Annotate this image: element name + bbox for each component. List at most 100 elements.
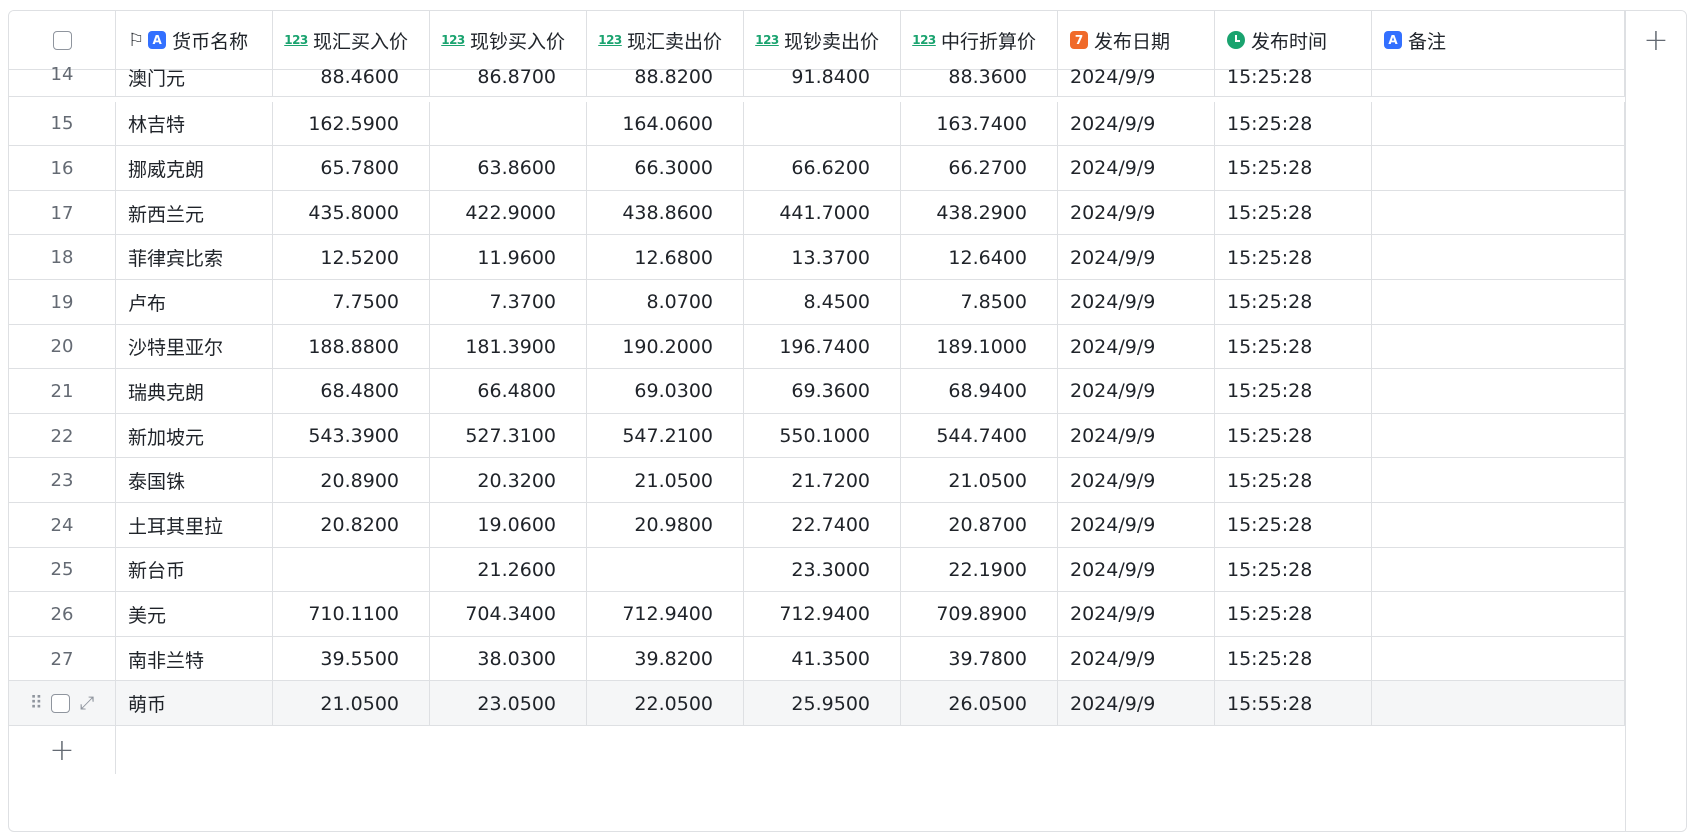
table-cell[interactable]: 15:25:28: [1215, 57, 1372, 97]
table-cell[interactable]: 550.1000: [744, 413, 901, 459]
table-cell[interactable]: 25.9500: [744, 681, 901, 726]
table-cell[interactable]: 2024/9/9: [1058, 413, 1215, 459]
table-cell[interactable]: 萌币: [116, 681, 273, 726]
table-cell[interactable]: 20.8700: [901, 503, 1058, 548]
table-cell[interactable]: 69.0300: [587, 369, 744, 414]
table-row[interactable]: 18 菲律宾比索 12.5200 11.9600 12.6800 13.3700 12.64…: [9, 235, 1625, 280]
table-cell[interactable]: 88.8200: [587, 57, 744, 97]
table-cell[interactable]: 2024/9/9: [1058, 681, 1215, 726]
table-cell[interactable]: [744, 101, 901, 147]
table-cell[interactable]: 2024/9/9: [1058, 547, 1215, 593]
table-row[interactable]: 20 沙特里亚尔 188.8800 181.3900 190.2000 196.7400 1…: [9, 324, 1625, 370]
table-cell[interactable]: 41.3500: [744, 636, 901, 682]
table-cell[interactable]: 23.0500: [430, 681, 587, 726]
table-cell[interactable]: 2024/9/9: [1058, 101, 1215, 147]
table-cell[interactable]: 704.3400: [430, 592, 587, 637]
select-all-checkbox[interactable]: [52, 30, 72, 50]
table-cell[interactable]: 22.7400: [744, 503, 901, 548]
table-cell[interactable]: 挪威克朗: [116, 146, 273, 191]
table-cell[interactable]: 8.4500: [744, 280, 901, 325]
table-cell[interactable]: 15:25:28: [1215, 503, 1372, 548]
table-row[interactable]: 19 卢布 7.7500 7.3700 8.0700 8.4500 7.8500 2024/9…: [9, 280, 1625, 325]
table-cell[interactable]: 13.3700: [744, 235, 901, 280]
table-cell[interactable]: 8.0700: [587, 280, 744, 325]
table-cell[interactable]: 南非兰特: [116, 636, 273, 682]
table-cell[interactable]: 15:25:28: [1215, 413, 1372, 459]
table-cell[interactable]: 66.2700: [901, 146, 1058, 191]
table-cell[interactable]: 527.3100: [430, 413, 587, 459]
table-cell[interactable]: 2024/9/9: [1058, 369, 1215, 414]
table-row[interactable]: 26 美元 710.1100 704.3400 712.9400 712.9400 709.…: [9, 592, 1625, 637]
table-cell[interactable]: 15:25:28: [1215, 592, 1372, 637]
table-cell[interactable]: 66.3000: [587, 146, 744, 191]
table-cell[interactable]: 澳门元: [116, 57, 273, 97]
table-cell[interactable]: 12.6800: [587, 235, 744, 280]
table-cell[interactable]: [1372, 190, 1625, 236]
table-cell[interactable]: 21.0500: [587, 458, 744, 503]
table-cell[interactable]: 新加坡元: [116, 413, 273, 459]
add-row-button[interactable]: +: [9, 726, 116, 774]
table-cell[interactable]: [1372, 458, 1625, 503]
table-cell[interactable]: 181.3900: [430, 324, 587, 370]
table-cell[interactable]: 新西兰元: [116, 190, 273, 236]
table-cell[interactable]: [1372, 369, 1625, 414]
table-row[interactable]: 14 澳门元 88.4600 86.8700 88.8200 91.8400 88.3600…: [9, 57, 1625, 97]
table-cell[interactable]: [1372, 503, 1625, 548]
table-cell[interactable]: 91.8400: [744, 57, 901, 97]
table-cell[interactable]: 196.7400: [744, 324, 901, 370]
table-cell[interactable]: 66.6200: [744, 146, 901, 191]
table-cell[interactable]: 11.9600: [430, 235, 587, 280]
table-cell[interactable]: 15:25:28: [1215, 369, 1372, 414]
table-row[interactable]: 24 土耳其里拉 20.8200 19.0600 20.9800 22.7400 20.87…: [9, 503, 1625, 548]
table-cell[interactable]: 菲律宾比索: [116, 235, 273, 280]
table-cell[interactable]: [1372, 101, 1625, 147]
table-cell[interactable]: 2024/9/9: [1058, 636, 1215, 682]
table-cell[interactable]: 15:25:28: [1215, 190, 1372, 236]
table-row[interactable]: ⠿ ⤢ 萌币 21.0500 23.0500 22.0500 25.9500 26.0500 2…: [9, 681, 1625, 726]
table-cell[interactable]: 20.8900: [273, 458, 430, 503]
table-cell[interactable]: 15:25:28: [1215, 280, 1372, 325]
table-cell[interactable]: [1372, 636, 1625, 682]
table-cell[interactable]: 2024/9/9: [1058, 280, 1215, 325]
table-cell[interactable]: 712.9400: [587, 592, 744, 637]
table-row[interactable]: 21 瑞典克朗 68.4800 66.4800 69.0300 69.3600 68.940…: [9, 369, 1625, 414]
table-cell[interactable]: 12.6400: [901, 235, 1058, 280]
table-cell[interactable]: 2024/9/9: [1058, 146, 1215, 191]
table-row[interactable]: 23 泰国铢 20.8900 20.3200 21.0500 21.7200 21.0500…: [9, 458, 1625, 503]
table-cell[interactable]: 21.0500: [273, 681, 430, 726]
table-cell[interactable]: 162.5900: [273, 101, 430, 147]
table-cell[interactable]: [1372, 235, 1625, 280]
table-cell[interactable]: 39.5500: [273, 636, 430, 682]
table-cell[interactable]: [1372, 57, 1625, 97]
table-cell[interactable]: 15:25:28: [1215, 324, 1372, 370]
table-cell[interactable]: 7.7500: [273, 280, 430, 325]
table-cell[interactable]: 190.2000: [587, 324, 744, 370]
table-cell[interactable]: 土耳其里拉: [116, 503, 273, 548]
table-cell[interactable]: 88.3600: [901, 57, 1058, 97]
table-cell[interactable]: 63.8600: [430, 146, 587, 191]
table-row[interactable]: 17 新西兰元 435.8000 422.9000 438.8600 441.7000 43…: [9, 190, 1625, 236]
table-cell[interactable]: [1372, 146, 1625, 191]
table-cell[interactable]: 15:25:28: [1215, 636, 1372, 682]
table-cell[interactable]: 39.8200: [587, 636, 744, 682]
table-cell[interactable]: 沙特里亚尔: [116, 324, 273, 370]
table-cell[interactable]: 26.0500: [901, 681, 1058, 726]
table-cell[interactable]: 188.8800: [273, 324, 430, 370]
table-row[interactable]: 25 新台币 21.2600 23.3000 22.1900 2024/9/9 15:25:…: [9, 547, 1625, 593]
table-cell[interactable]: [1372, 547, 1625, 593]
table-cell[interactable]: 21.7200: [744, 458, 901, 503]
drag-handle-icon[interactable]: ⠿: [30, 693, 43, 714]
table-cell[interactable]: 22.1900: [901, 547, 1058, 593]
table-cell[interactable]: 2024/9/9: [1058, 235, 1215, 280]
table-cell[interactable]: 68.9400: [901, 369, 1058, 414]
table-cell[interactable]: 20.3200: [430, 458, 587, 503]
table-cell[interactable]: 435.8000: [273, 190, 430, 236]
table-row[interactable]: 16 挪威克朗 65.7800 63.8600 66.3000 66.6200 66.270…: [9, 146, 1625, 191]
table-cell[interactable]: 22.0500: [587, 681, 744, 726]
table-cell[interactable]: 林吉特: [116, 101, 273, 147]
table-cell[interactable]: 2024/9/9: [1058, 190, 1215, 236]
table-cell[interactable]: 544.7400: [901, 413, 1058, 459]
table-cell[interactable]: [273, 547, 430, 593]
table-cell[interactable]: 2024/9/9: [1058, 592, 1215, 637]
table-cell[interactable]: 164.0600: [587, 101, 744, 147]
